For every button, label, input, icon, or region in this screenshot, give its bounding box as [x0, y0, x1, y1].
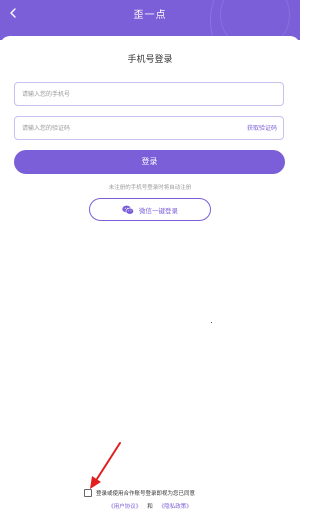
- agreement-checkbox[interactable]: [84, 489, 92, 497]
- agreement-links: 《用户协议》和《隐私政策》: [0, 502, 300, 510]
- phone-input[interactable]: [22, 83, 222, 105]
- wechat-login-button[interactable]: 微信一键登录: [89, 198, 211, 221]
- agreement-text: 登录或使用合作账号登录即视为您已同意: [96, 491, 196, 497]
- red-arrow-annotation: [90, 442, 121, 489]
- get-code-link[interactable]: 获取验证码: [247, 123, 277, 132]
- login-title: 手机号登录: [127, 55, 173, 65]
- wechat-login-label: 微信一键登录: [139, 206, 178, 215]
- auto-register-hint: 未注册的手机号登录时将自动注册: [108, 185, 192, 191]
- phone-field: [14, 82, 284, 106]
- code-field: 获取验证码: [14, 116, 284, 140]
- privacy-policy-link[interactable]: 《隐私政策》: [159, 504, 192, 510]
- stray-dot: [211, 322, 212, 323]
- user-agreement-link[interactable]: 《用户协议》: [108, 504, 141, 510]
- code-input[interactable]: [22, 117, 222, 139]
- login-button[interactable]: 登录: [14, 150, 285, 174]
- agreement-row: 登录或使用合作账号登录即视为您已同意: [84, 488, 195, 498]
- wechat-icon: [122, 205, 134, 215]
- header-bar: 歪一点: [0, 0, 300, 40]
- login-card: [0, 36, 300, 520]
- and-text: 和: [147, 504, 153, 510]
- page-title: 歪一点: [133, 10, 167, 21]
